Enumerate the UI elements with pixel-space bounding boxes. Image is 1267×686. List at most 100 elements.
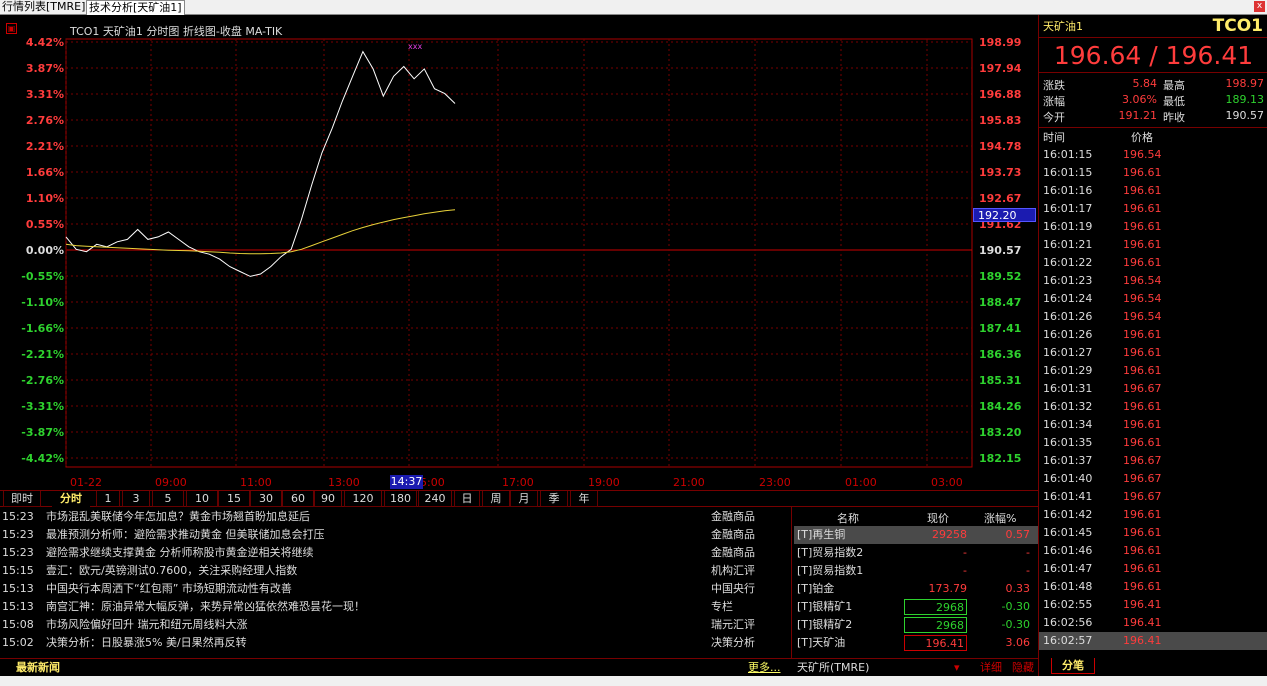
news-tab-latest[interactable]: 最新新闻 bbox=[16, 659, 60, 676]
tick-row[interactable]: 16:01:31 196.67 bbox=[1039, 380, 1267, 398]
tick-row[interactable]: 16:01:27 196.61 bbox=[1039, 344, 1267, 362]
tick-row[interactable]: 16:01:15 196.54 bbox=[1039, 146, 1267, 164]
dropdown-arrow-icon[interactable]: ▾ bbox=[954, 659, 960, 676]
watch-row[interactable]: [T]再生铜 29258 0.57 bbox=[794, 526, 1038, 544]
tick-row[interactable]: 16:01:24 196.54 bbox=[1039, 290, 1267, 308]
news-headline[interactable]: 决策分析：日股暴涨5% 美/日果然再反转 bbox=[46, 634, 247, 652]
tick-row[interactable]: 16:01:32 196.61 bbox=[1039, 398, 1267, 416]
chart-menu-icon[interactable]: ▣ bbox=[6, 23, 17, 34]
stat-label: 昨收 bbox=[1163, 111, 1185, 124]
tick-row[interactable]: 16:01:19 196.61 bbox=[1039, 218, 1267, 236]
tick-row[interactable]: 16:01:23 196.54 bbox=[1039, 272, 1267, 290]
period-button[interactable]: 120 bbox=[344, 491, 382, 507]
percent-tick-label: -3.87% bbox=[21, 426, 64, 439]
watch-row[interactable]: [T]银精矿2 2968 -0.30 bbox=[794, 616, 1038, 634]
tick-time: 16:01:45 bbox=[1043, 526, 1093, 539]
tick-row[interactable]: 16:01:45 196.61 bbox=[1039, 524, 1267, 542]
tick-time: 16:02:56 bbox=[1043, 616, 1093, 629]
tick-row[interactable]: 16:01:29 196.61 bbox=[1039, 362, 1267, 380]
tick-row[interactable]: 16:01:35 196.61 bbox=[1039, 434, 1267, 452]
tab-quote-list[interactable]: 行情列表[TMRE] bbox=[0, 0, 89, 15]
watch-row[interactable]: [T]铂金 173.79 0.33 bbox=[794, 580, 1038, 598]
exchange-select[interactable]: 天矿所(TMRE) bbox=[797, 659, 869, 676]
tick-price: 196.67 bbox=[1123, 472, 1162, 485]
period-button[interactable]: 周 bbox=[482, 491, 510, 507]
tab-ticks[interactable]: 分笔 bbox=[1051, 658, 1095, 674]
period-button[interactable]: 1 bbox=[96, 491, 120, 507]
news-row[interactable]: 15:15 壹汇：欧元/英镑测试0.7600，关注采购经理人指数 机构汇评 bbox=[0, 562, 792, 580]
period-button[interactable]: 60 bbox=[282, 491, 314, 507]
period-button[interactable]: 即时 bbox=[3, 491, 41, 507]
period-button[interactable]: 月 bbox=[510, 491, 538, 507]
tick-row[interactable]: 16:02:57 196.41 bbox=[1039, 632, 1267, 650]
watch-row[interactable]: [T]贸易指数2 - - bbox=[794, 544, 1038, 562]
tick-row[interactable]: 16:01:21 196.61 bbox=[1039, 236, 1267, 254]
tick-row[interactable]: 16:01:41 196.67 bbox=[1039, 488, 1267, 506]
tick-row[interactable]: 16:01:34 196.61 bbox=[1039, 416, 1267, 434]
tick-row[interactable]: 16:01:40 196.67 bbox=[1039, 470, 1267, 488]
news-row[interactable]: 15:13 南宫汇神：原油异常大幅反弹，来势异常凶猛依然难恐昙花一现！ 专栏 bbox=[0, 598, 792, 616]
hide-button[interactable]: 隐藏 bbox=[1012, 659, 1034, 676]
tick-row[interactable]: 16:02:56 196.41 bbox=[1039, 614, 1267, 632]
news-headline[interactable]: 中国央行本周洒下“红包雨” 市场短期流动性有改善 bbox=[46, 580, 292, 598]
tab-tech-analysis[interactable]: 技术分析[天矿油1] bbox=[86, 0, 185, 15]
news-row[interactable]: 15:13 中国央行本周洒下“红包雨” 市场短期流动性有改善 中国央行 bbox=[0, 580, 792, 598]
tick-row[interactable]: 16:01:17 196.61 bbox=[1039, 200, 1267, 218]
watch-row[interactable]: [T]天矿油 196.41 3.06 bbox=[794, 634, 1038, 652]
news-row[interactable]: 15:08 市场风险偏好回升 瑞元和纽元周线料大涨 瑞元汇评 bbox=[0, 616, 792, 634]
percent-tick-label: 2.76% bbox=[25, 114, 64, 127]
news-row[interactable]: 15:23 最准预测分析师：避险需求推动黄金 但美联储加息会打压 金融商品 bbox=[0, 526, 792, 544]
period-button[interactable]: 240 bbox=[418, 491, 452, 507]
news-headline[interactable]: 市场风险偏好回升 瑞元和纽元周线料大涨 bbox=[46, 616, 248, 634]
period-button[interactable]: 90 bbox=[314, 491, 342, 507]
period-button[interactable]: 15 bbox=[218, 491, 250, 507]
price-tick-label: 182.15 bbox=[979, 452, 1022, 465]
news-row[interactable]: 15:02 决策分析：日股暴涨5% 美/日果然再反转 决策分析 bbox=[0, 634, 792, 652]
percent-tick-label: 1.10% bbox=[25, 192, 64, 205]
stat-value: 3.06% bbox=[1122, 93, 1157, 106]
tick-price: 196.61 bbox=[1123, 418, 1162, 431]
tick-row[interactable]: 16:01:22 196.61 bbox=[1039, 254, 1267, 272]
tick-row[interactable]: 16:01:47 196.61 bbox=[1039, 560, 1267, 578]
news-headline[interactable]: 避险需求继续支撑黄金 分析师称股市黄金逆相关将继续 bbox=[46, 544, 314, 562]
tick-price: 196.61 bbox=[1123, 400, 1162, 413]
period-button[interactable]: 年 bbox=[570, 491, 598, 507]
period-button[interactable]: 日 bbox=[454, 491, 480, 507]
tick-row[interactable]: 16:02:55 196.41 bbox=[1039, 596, 1267, 614]
news-headline[interactable]: 壹汇：欧元/英镑测试0.7600，关注采购经理人指数 bbox=[46, 562, 297, 580]
news-row[interactable]: 15:23 市场混乱美联储今年怎加息？黄金市场翘首盼加息延后 金融商品 bbox=[0, 508, 792, 526]
tick-row[interactable]: 16:01:48 196.61 bbox=[1039, 578, 1267, 596]
news-row[interactable]: 15:23 避险需求继续支撑黄金 分析师称股市黄金逆相关将继续 金融商品 bbox=[0, 544, 792, 562]
watch-row[interactable]: [T]贸易指数1 - - bbox=[794, 562, 1038, 580]
watch-change: - bbox=[1026, 564, 1030, 577]
period-button[interactable]: 5 bbox=[152, 491, 184, 507]
period-button[interactable]: 10 bbox=[186, 491, 218, 507]
watch-name: [T]再生铜 bbox=[797, 528, 846, 541]
period-button[interactable]: 30 bbox=[250, 491, 282, 507]
period-button[interactable]: 分时 bbox=[52, 491, 90, 507]
tick-row[interactable]: 16:01:15 196.61 bbox=[1039, 164, 1267, 182]
tick-row[interactable]: 16:01:46 196.61 bbox=[1039, 542, 1267, 560]
period-button[interactable]: 季 bbox=[540, 491, 568, 507]
tick-row[interactable]: 16:01:26 196.61 bbox=[1039, 326, 1267, 344]
tick-time: 16:01:48 bbox=[1043, 580, 1093, 593]
tick-price: 196.67 bbox=[1123, 454, 1162, 467]
tick-row[interactable]: 16:01:37 196.67 bbox=[1039, 452, 1267, 470]
watch-row[interactable]: [T]银精矿1 2968 -0.30 bbox=[794, 598, 1038, 616]
period-button[interactable]: 3 bbox=[122, 491, 150, 507]
tick-time: 16:01:46 bbox=[1043, 544, 1093, 557]
intraday-chart[interactable]: xxx ▣ TCO1 天矿油1 分时图 折线图-收盘 MA-TIK 4.42% 3… bbox=[0, 15, 1038, 490]
news-headline[interactable]: 南宫汇神：原油异常大幅反弹，来势异常凶猛依然难恐昙花一现！ bbox=[46, 598, 365, 616]
percent-tick-label: -1.10% bbox=[21, 296, 64, 309]
detail-button[interactable]: 详细 bbox=[980, 659, 1002, 676]
tick-header-time: 时间 bbox=[1043, 131, 1065, 144]
news-headline[interactable]: 最准预测分析师：避险需求推动黄金 但美联储加息会打压 bbox=[46, 526, 325, 544]
news-more-link[interactable]: 更多... bbox=[748, 659, 781, 676]
period-button[interactable]: 180 bbox=[384, 491, 417, 507]
tick-row[interactable]: 16:01:16 196.61 bbox=[1039, 182, 1267, 200]
close-icon[interactable]: x bbox=[1254, 1, 1265, 12]
news-headline[interactable]: 市场混乱美联储今年怎加息？黄金市场翘首盼加息延后 bbox=[46, 508, 310, 526]
tick-price: 196.61 bbox=[1123, 256, 1162, 269]
tick-row[interactable]: 16:01:42 196.61 bbox=[1039, 506, 1267, 524]
tick-row[interactable]: 16:01:26 196.54 bbox=[1039, 308, 1267, 326]
